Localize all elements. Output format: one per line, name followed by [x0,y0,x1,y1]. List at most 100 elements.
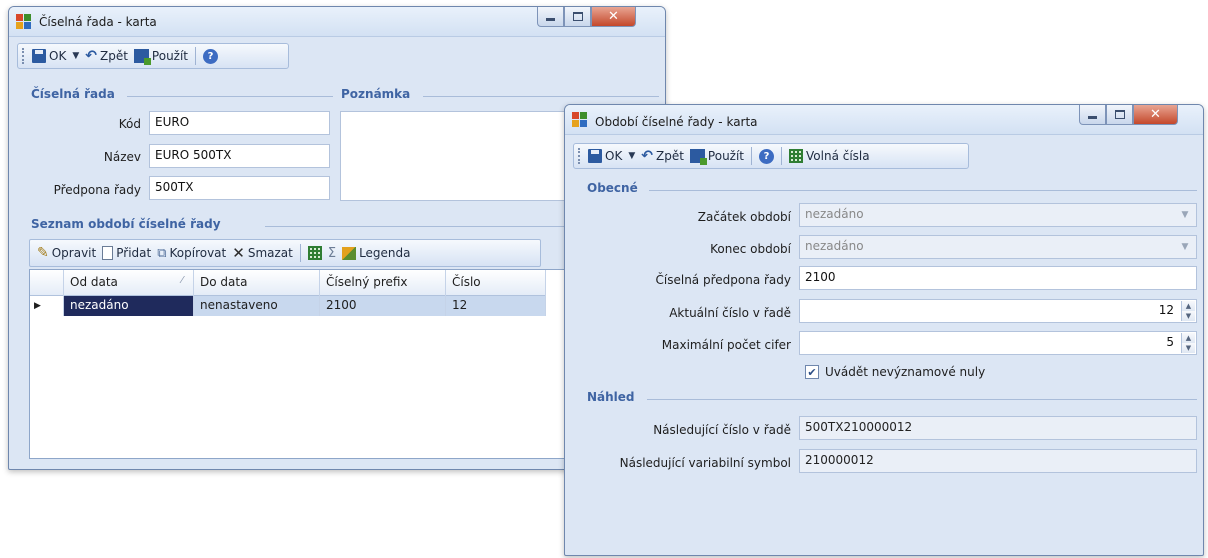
maximize-icon [1114,110,1125,119]
close-icon: ✕ [1150,107,1161,122]
name-field[interactable]: EURO 500TX [149,144,330,168]
prefix-label: Předpona řady [53,183,141,197]
edit-button[interactable]: ✎ Opravit [34,245,99,261]
ok-button[interactable]: OK [29,49,69,63]
spin-down-icon[interactable]: ▼ [1182,311,1195,321]
new-document-icon [102,246,114,260]
leading-zeros-checkbox[interactable]: ✔ [805,365,819,379]
delete-button[interactable]: ✕ Smazat [229,244,296,262]
apply-icon [689,149,707,165]
sort-icon: ⁄ [181,275,183,286]
max-digits-stepper[interactable]: 5 ▲ ▼ [799,331,1197,355]
apply-icon [133,49,151,65]
max-digits-label: Maximální počet cifer [661,338,791,352]
help-button[interactable]: ? [756,148,777,164]
column-header-prefix[interactable]: Číselný prefix [320,270,446,296]
name-label: Název [103,150,141,164]
series-prefix-field[interactable]: 2100 [799,266,1197,290]
cell-number[interactable]: 12 [446,296,546,316]
free-numbers-button[interactable]: Volná čísla [786,149,873,163]
period-start-select[interactable]: nezadáno ▼ [799,203,1197,227]
code-field[interactable]: EURO [149,111,330,135]
help-icon: ? [203,48,219,64]
ok-button[interactable]: OK [585,149,625,163]
apply-button[interactable]: Použít [687,149,747,165]
apply-button[interactable]: Použít [131,49,191,65]
spin-buttons[interactable]: ▲ ▼ [1181,301,1195,321]
section-general-title: Obecné [587,181,638,195]
excel-export-button[interactable] [305,246,325,260]
title-bar[interactable]: Období číselné řady - karta ✕ [565,105,1203,135]
series-prefix-label: Číselná předpona řady [655,273,791,287]
window-title: Období číselné řady - karta [595,115,758,129]
column-header-number[interactable]: Číslo [446,270,546,296]
next-vs-label: Následující variabilní symbol [619,456,791,470]
maximize-icon [572,12,583,21]
app-icon [16,14,33,31]
sum-button[interactable]: Σ [325,246,339,261]
add-button[interactable]: Přidat [99,246,154,260]
section-preview-title: Náhled [587,390,635,404]
number-grid-icon [789,149,804,163]
main-toolbar: OK ▼ ↶ Zpět Použít ? [17,43,289,69]
title-bar[interactable]: Číselná řada - karta ✕ [9,7,665,37]
save-icon [588,149,602,163]
close-button[interactable]: ✕ [1133,105,1178,125]
period-end-select[interactable]: nezadáno ▼ [799,235,1197,259]
cell-from[interactable]: nezadáno [64,296,194,316]
toolbar-separator [751,147,753,165]
grid-header: Od data ⁄ Do data Číselný prefix Číslo [30,270,546,296]
toolbar-separator [195,47,197,65]
series-period-window: Období číselné řady - karta ✕ OK ▼ ↶ Zpět… [564,104,1204,556]
toolbar-separator [299,244,301,262]
list-section-title: Seznam období číselné řady [31,217,221,231]
period-start-label: Začátek období [697,210,791,224]
column-header-to[interactable]: Do data [194,270,320,296]
code-label: Kód [118,117,141,131]
prefix-field[interactable]: 500TX [149,176,330,200]
ok-dropdown-button[interactable]: ▼ [625,151,638,161]
window-title: Číselná řada - karta [39,15,157,29]
back-button[interactable]: ↶ Zpět [638,149,687,163]
minimize-icon [1088,116,1097,119]
save-icon [32,49,46,63]
section-note-title: Poznámka [341,87,411,101]
ok-dropdown-button[interactable]: ▼ [69,51,82,61]
current-number-stepper[interactable]: 12 ▲ ▼ [799,299,1197,323]
legend-button[interactable]: Legenda [339,246,413,260]
minimize-button[interactable] [1079,105,1106,125]
minimize-icon [546,18,555,21]
delete-icon: ✕ [232,244,245,262]
spin-up-icon[interactable]: ▲ [1182,333,1195,343]
copy-icon: ⧉ [157,245,167,261]
leading-zeros-checkbox-row[interactable]: ✔ Uvádět nevýznamové nuly [805,365,985,379]
cell-to[interactable]: nenastaveno [194,296,320,316]
list-toolbar: ✎ Opravit Přidat ⧉ Kopírovat ✕ Smazat Σ Leg… [29,239,541,267]
edit-icon: ✎ [37,245,49,261]
minimize-button[interactable] [537,7,564,27]
spin-up-icon[interactable]: ▲ [1182,301,1195,311]
maximize-button[interactable] [564,7,591,27]
back-button[interactable]: ↶ Zpět [82,49,131,63]
section-divider [423,96,659,97]
legend-icon [342,246,357,260]
sigma-icon: Σ [327,245,337,261]
main-toolbar: OK ▼ ↶ Zpět Použít ? Volná čísla [573,143,969,169]
column-header-from[interactable]: Od data ⁄ [64,270,194,296]
copy-button[interactable]: ⧉ Kopírovat [154,246,229,261]
spin-buttons[interactable]: ▲ ▼ [1181,333,1195,353]
cell-prefix[interactable]: 2100 [320,296,446,316]
section-divider [127,96,333,97]
app-icon [572,112,589,129]
close-button[interactable]: ✕ [591,7,636,27]
table-row[interactable]: ▶ nezadáno nenastaveno 2100 12 [30,296,546,316]
row-indicator-icon: ▶ [30,296,64,316]
spin-down-icon[interactable]: ▼ [1182,343,1195,353]
toolbar-grip[interactable] [22,48,25,64]
maximize-button[interactable] [1106,105,1133,125]
toolbar-grip[interactable] [578,148,581,164]
next-vs-field: 210000012 [799,449,1197,473]
help-button[interactable]: ? [200,48,221,64]
next-number-label: Následující číslo v řadě [653,423,791,437]
undo-icon: ↶ [85,48,97,64]
